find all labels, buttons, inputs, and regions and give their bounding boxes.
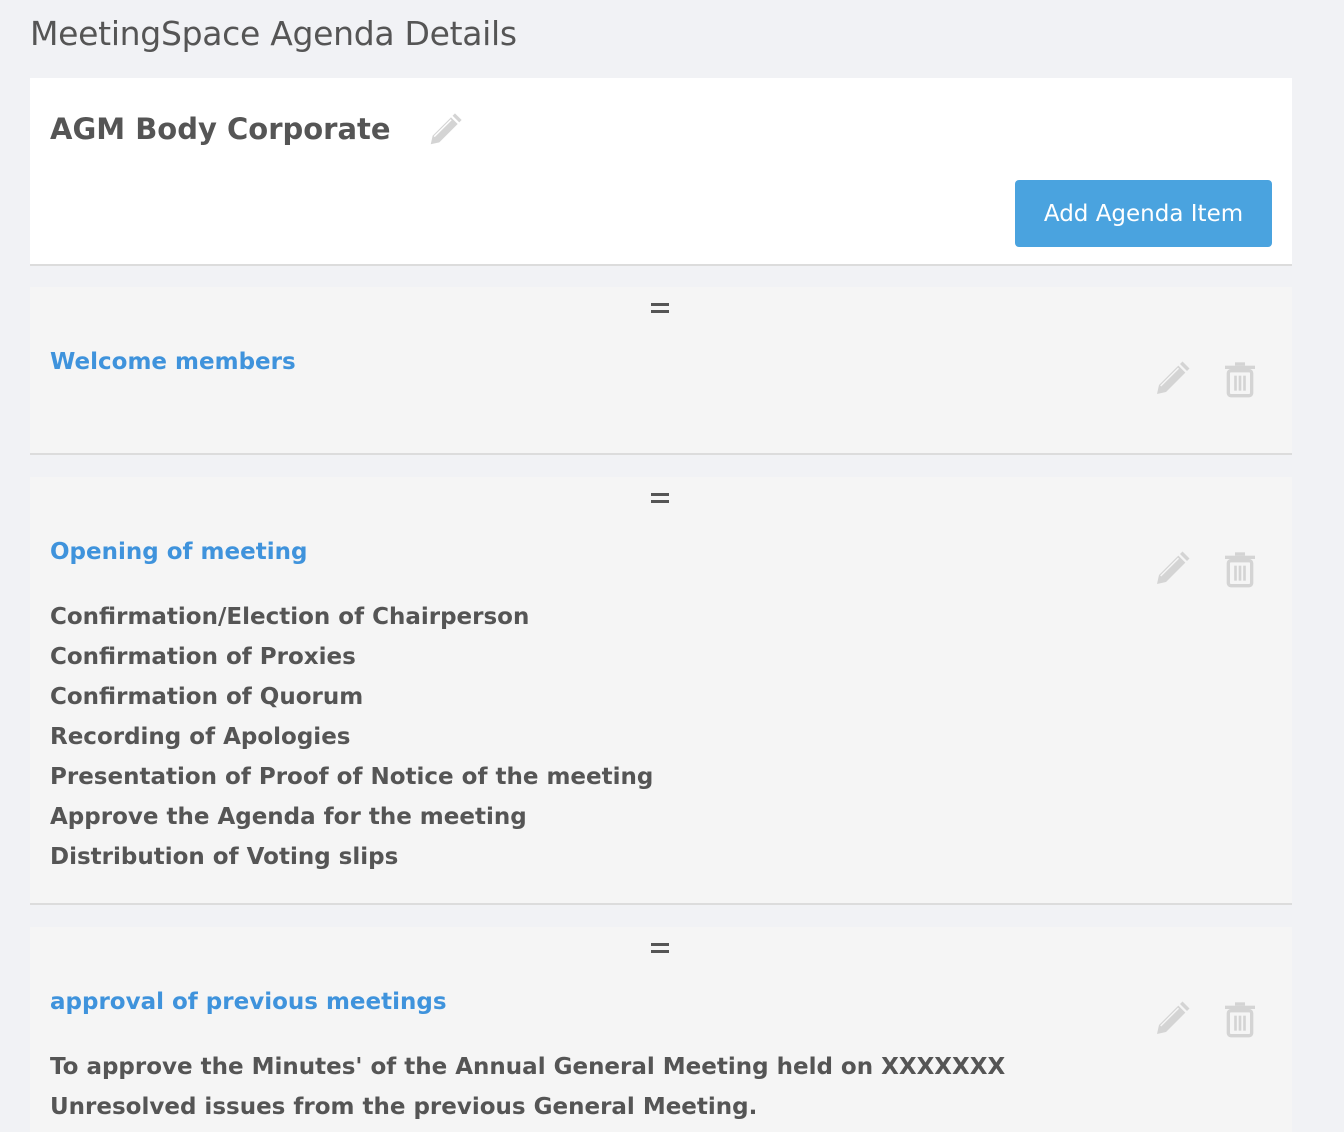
meeting-name: AGM Body Corporate (50, 112, 391, 146)
agenda-item-title[interactable]: Opening of meeting (50, 539, 307, 565)
agenda-item: Welcome members (30, 287, 1292, 455)
pencil-icon[interactable] (1152, 359, 1192, 399)
drag-handle-icon[interactable] (651, 943, 669, 955)
description-line: Presentation of Proof of Notice of the m… (50, 764, 654, 790)
trash-icon[interactable] (1220, 359, 1260, 399)
add-agenda-item-button[interactable]: Add Agenda Item (1015, 180, 1272, 247)
agenda-item-description: Confirmation/Election of Chairperson Con… (50, 597, 653, 877)
description-line: Distribution of Voting slips (50, 844, 399, 870)
drag-handle-icon[interactable] (651, 303, 669, 315)
description-line: Recording of Apologies (50, 724, 351, 750)
pencil-icon[interactable] (1152, 549, 1192, 589)
trash-icon[interactable] (1220, 999, 1260, 1039)
trash-icon[interactable] (1220, 549, 1260, 589)
agenda-item-description: To approve the Minutes' of the Annual Ge… (50, 1047, 1005, 1127)
pencil-icon[interactable] (1152, 999, 1192, 1039)
agenda-item: approval of previous meetings To approve… (30, 927, 1292, 1132)
agenda-item: Opening of meeting Confirmation/Election… (30, 477, 1292, 905)
agenda-item-title[interactable]: Welcome members (50, 349, 296, 375)
description-line: Confirmation of Proxies (50, 644, 356, 670)
description-line: Confirmation/Election of Chairperson (50, 604, 530, 630)
agenda-item-title[interactable]: approval of previous meetings (50, 989, 447, 1015)
description-line: To approve the Minutes' of the Annual Ge… (50, 1054, 1006, 1080)
description-line: Unresolved issues from the previous Gene… (50, 1094, 758, 1120)
pencil-icon[interactable] (426, 111, 464, 149)
description-line: Confirmation of Quorum (50, 684, 364, 710)
description-line: Approve the Agenda for the meeting (50, 804, 527, 830)
meeting-header-card: AGM Body Corporate Add Agenda Item (30, 78, 1292, 266)
drag-handle-icon[interactable] (651, 493, 669, 505)
page-title: MeetingSpace Agenda Details (30, 14, 517, 53)
